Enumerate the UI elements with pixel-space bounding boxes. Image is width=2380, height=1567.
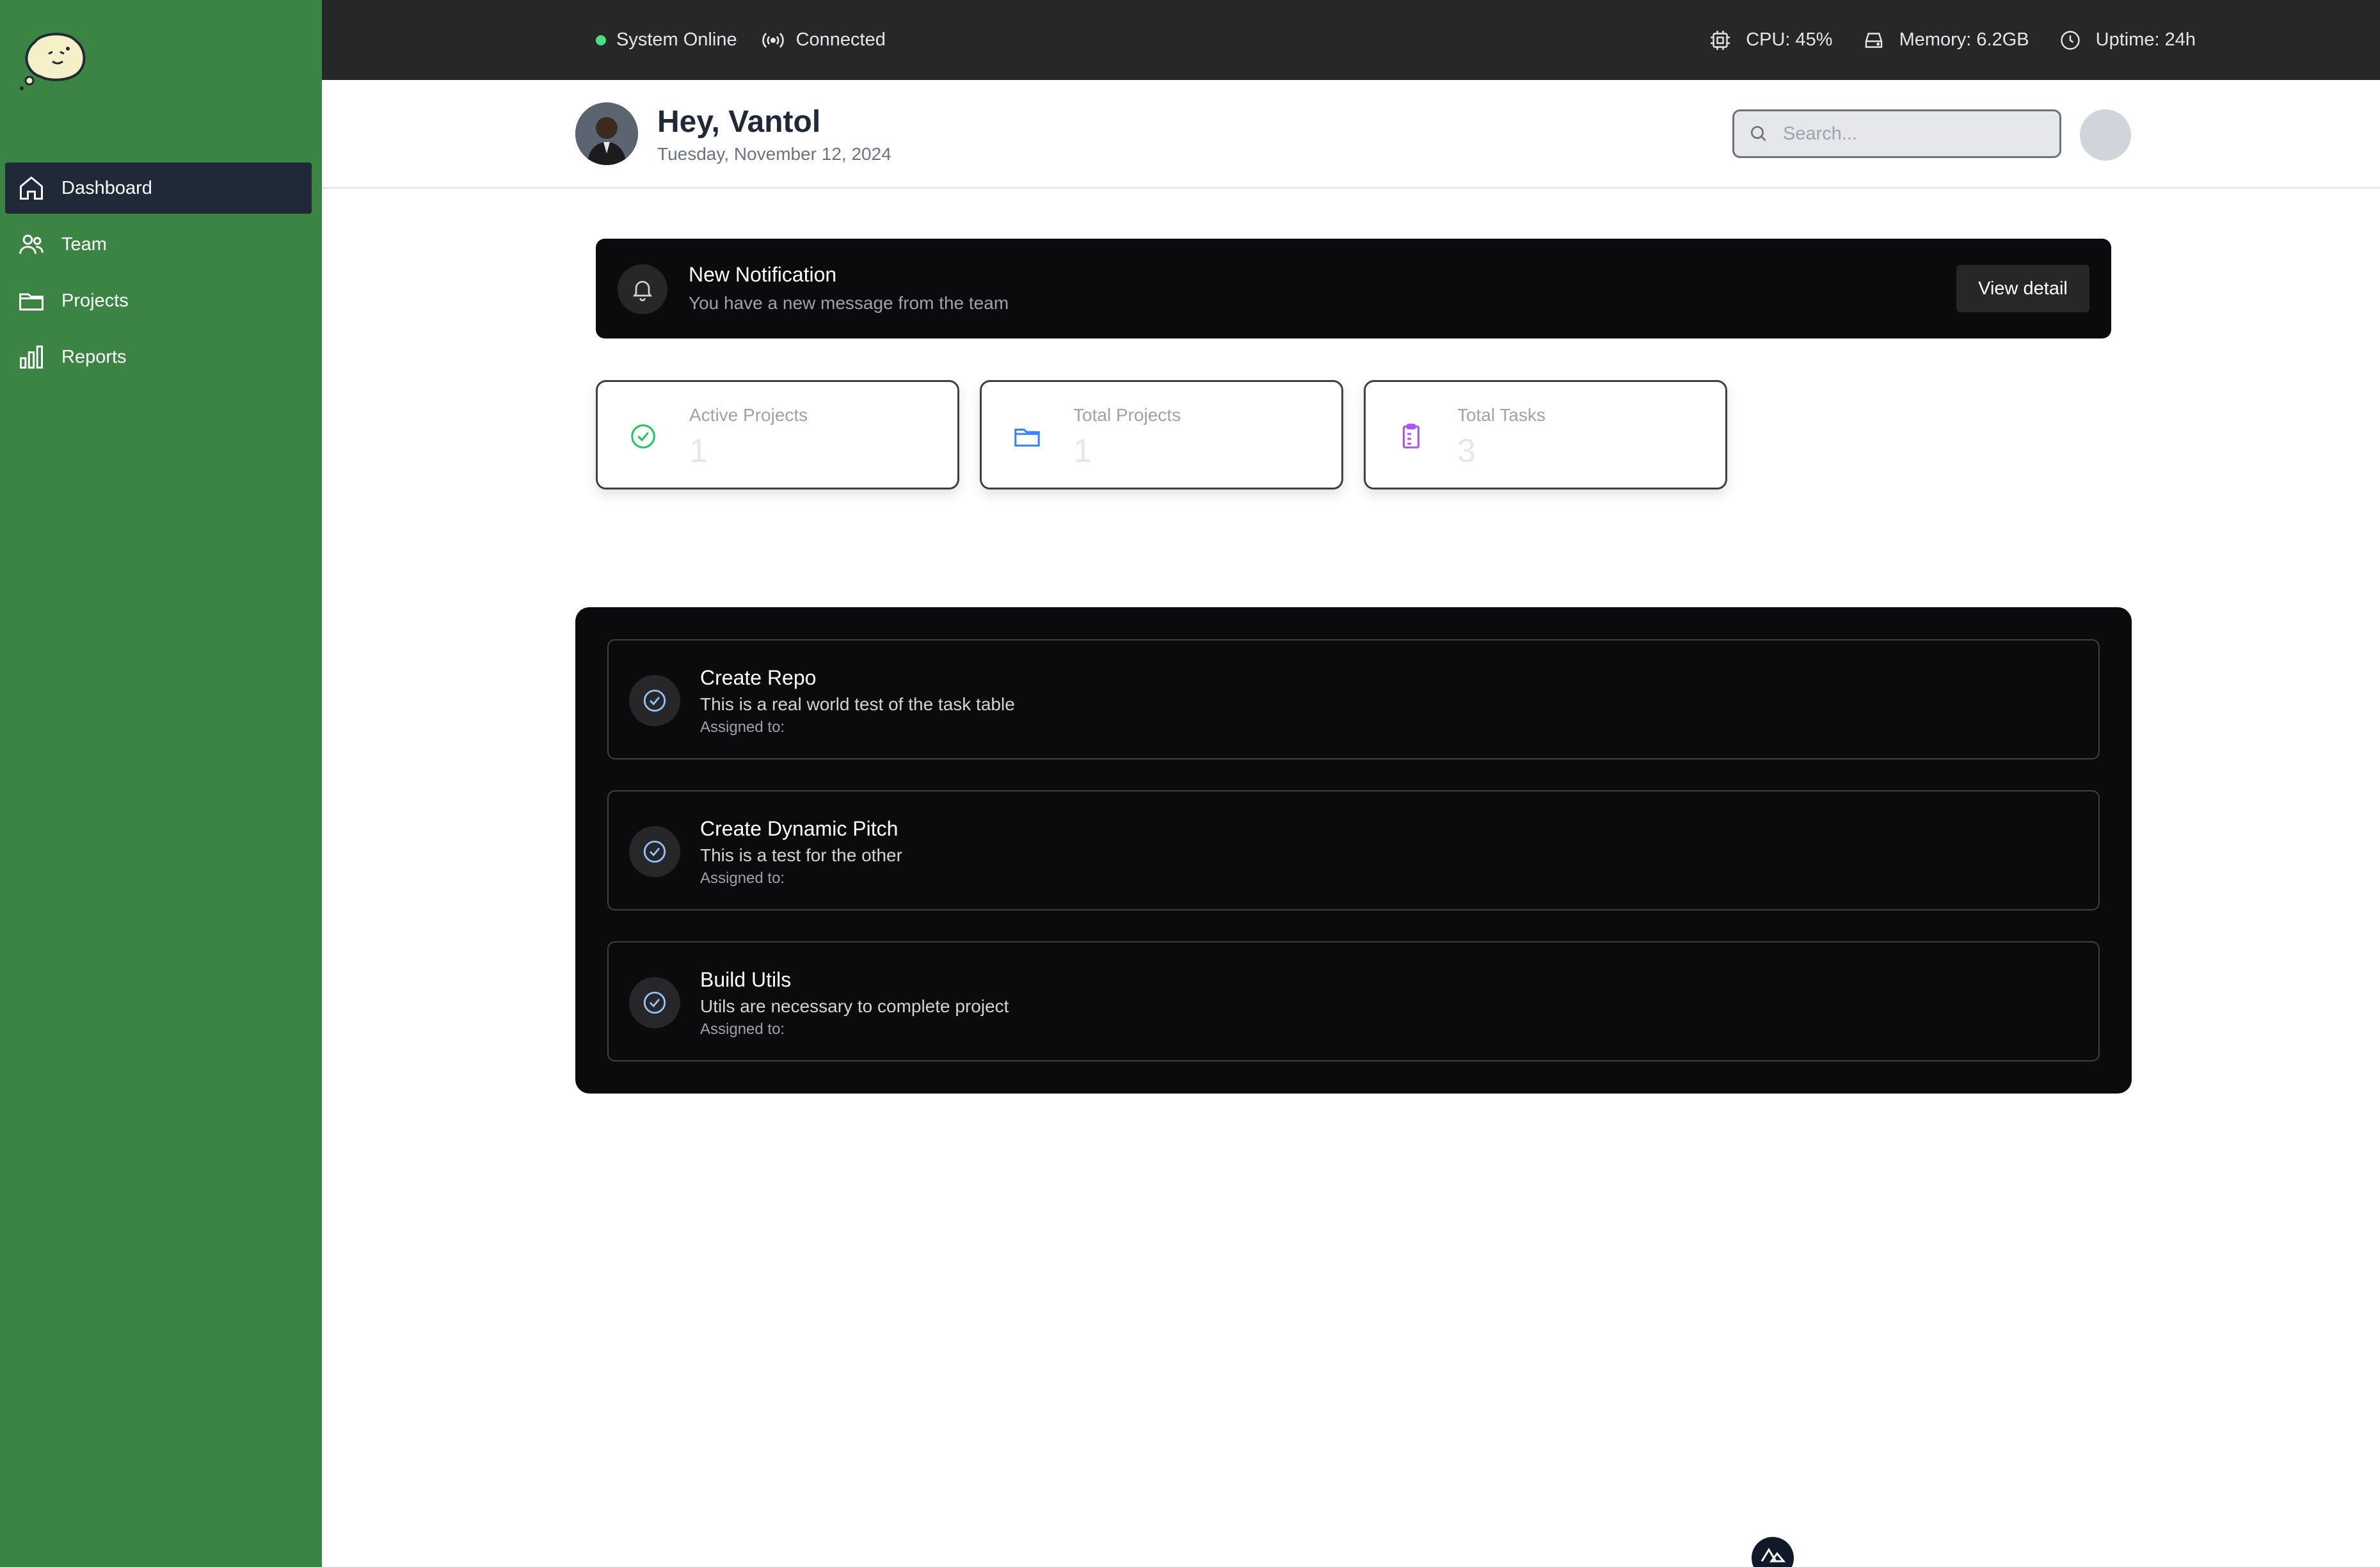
folder-icon bbox=[1014, 428, 1040, 447]
notification-title: New Notification bbox=[689, 263, 837, 286]
sidebar-item-reports[interactable]: Reports bbox=[5, 331, 312, 383]
devtools-button[interactable] bbox=[1752, 1537, 1794, 1567]
sidebar: Dashboard Team Projects Reports bbox=[0, 0, 322, 1567]
task-list: Create Repo This is a real world test of… bbox=[575, 607, 2132, 1094]
view-detail-button[interactable]: View detail bbox=[1956, 265, 2089, 312]
stat-label: Total Tasks bbox=[1457, 405, 1545, 425]
notification-banner: New Notification You have a new message … bbox=[596, 239, 2111, 338]
notification-message: You have a new message from the team bbox=[689, 293, 1009, 313]
home-icon bbox=[17, 173, 46, 203]
stat-value: 1 bbox=[689, 433, 708, 470]
stat-card-total-tasks[interactable]: Total Tasks 3 bbox=[1364, 380, 1727, 489]
task-title: Create Dynamic Pitch bbox=[700, 817, 898, 840]
stat-label: Active Projects bbox=[689, 405, 808, 425]
search-box bbox=[1732, 109, 2061, 158]
mountain-icon bbox=[1761, 1548, 1785, 1563]
connection-status: System Online Connected bbox=[596, 0, 886, 80]
task-assignee: Assigned to: bbox=[700, 870, 785, 887]
stat-value: 1 bbox=[1073, 433, 1092, 470]
app-logo[interactable] bbox=[15, 29, 91, 91]
current-date: Tuesday, November 12, 2024 bbox=[657, 144, 891, 164]
bar-chart-icon bbox=[17, 342, 46, 372]
sidebar-item-dashboard[interactable]: Dashboard bbox=[5, 163, 312, 214]
sidebar-item-label: Dashboard bbox=[61, 177, 152, 198]
stat-value: 3 bbox=[1457, 433, 1476, 470]
sidebar-item-label: Projects bbox=[61, 290, 129, 311]
stat-card-active-projects[interactable]: Active Projects 1 bbox=[596, 380, 959, 489]
online-indicator bbox=[596, 35, 606, 45]
task-description: This is a test for the other bbox=[700, 845, 902, 865]
sidebar-item-team[interactable]: Team bbox=[5, 219, 312, 270]
check-circle-icon[interactable] bbox=[629, 675, 680, 726]
system-metrics: CPU: 45% Memory: 6.2GB Uptime: 24h bbox=[1679, 0, 2196, 80]
stat-card-total-projects[interactable]: Total Projects 1 bbox=[980, 380, 1343, 489]
search-icon bbox=[1751, 126, 1766, 141]
task-title: Build Utils bbox=[700, 968, 792, 991]
check-circle-icon[interactable] bbox=[629, 826, 680, 877]
task-assignee: Assigned to: bbox=[700, 719, 785, 736]
task-item[interactable]: Build Utils Utils are necessary to compl… bbox=[607, 941, 2100, 1062]
task-title: Create Repo bbox=[700, 666, 817, 689]
memory-label: Memory: 6.2GB bbox=[1899, 29, 2029, 50]
stat-label: Total Projects bbox=[1073, 405, 1181, 425]
user-avatar[interactable] bbox=[575, 102, 638, 165]
search-input[interactable] bbox=[1783, 123, 2039, 145]
clipboard-icon bbox=[1402, 424, 1420, 449]
task-item[interactable]: Create Repo This is a real world test of… bbox=[607, 639, 2100, 760]
greeting-title: Hey, Vantol bbox=[657, 105, 821, 139]
cpu-label: CPU: 45% bbox=[1746, 29, 1833, 50]
system-online-label: System Online bbox=[616, 29, 737, 50]
uptime-metric: Uptime: 24h bbox=[2059, 29, 2196, 52]
uptime-label: Uptime: 24h bbox=[2095, 29, 2196, 50]
sidebar-item-label: Reports bbox=[61, 346, 127, 367]
check-circle-icon[interactable] bbox=[629, 977, 680, 1028]
task-description: This is a real world test of the task ta… bbox=[700, 694, 1015, 714]
task-item[interactable]: Create Dynamic Pitch This is a test for … bbox=[607, 790, 2100, 911]
bell-icon bbox=[618, 264, 667, 314]
task-assignee: Assigned to: bbox=[700, 1021, 785, 1038]
memory-metric: Memory: 6.2GB bbox=[1862, 29, 2029, 52]
sidebar-item-label: Team bbox=[61, 234, 107, 255]
task-description: Utils are necessary to complete project bbox=[700, 996, 1009, 1016]
hard-drive-icon bbox=[1865, 32, 1882, 48]
cpu-icon bbox=[1711, 30, 1730, 50]
user-menu-button[interactable] bbox=[2080, 109, 2131, 161]
app-root: Dashboard Team Projects Reports System O… bbox=[0, 0, 2380, 1567]
signal-icon bbox=[762, 32, 784, 48]
clock-icon bbox=[2060, 30, 2080, 50]
page-header: Hey, Vantol Tuesday, November 12, 2024 bbox=[322, 80, 2380, 189]
folder-icon bbox=[17, 286, 46, 315]
cpu-metric: CPU: 45% bbox=[1709, 29, 1833, 52]
system-status-bar: System Online Connected CPU: 45% Memory:… bbox=[322, 0, 2380, 80]
check-circle-icon bbox=[631, 424, 655, 449]
connected-label: Connected bbox=[795, 29, 886, 50]
sidebar-item-projects[interactable]: Projects bbox=[5, 275, 312, 326]
users-icon bbox=[17, 230, 46, 259]
